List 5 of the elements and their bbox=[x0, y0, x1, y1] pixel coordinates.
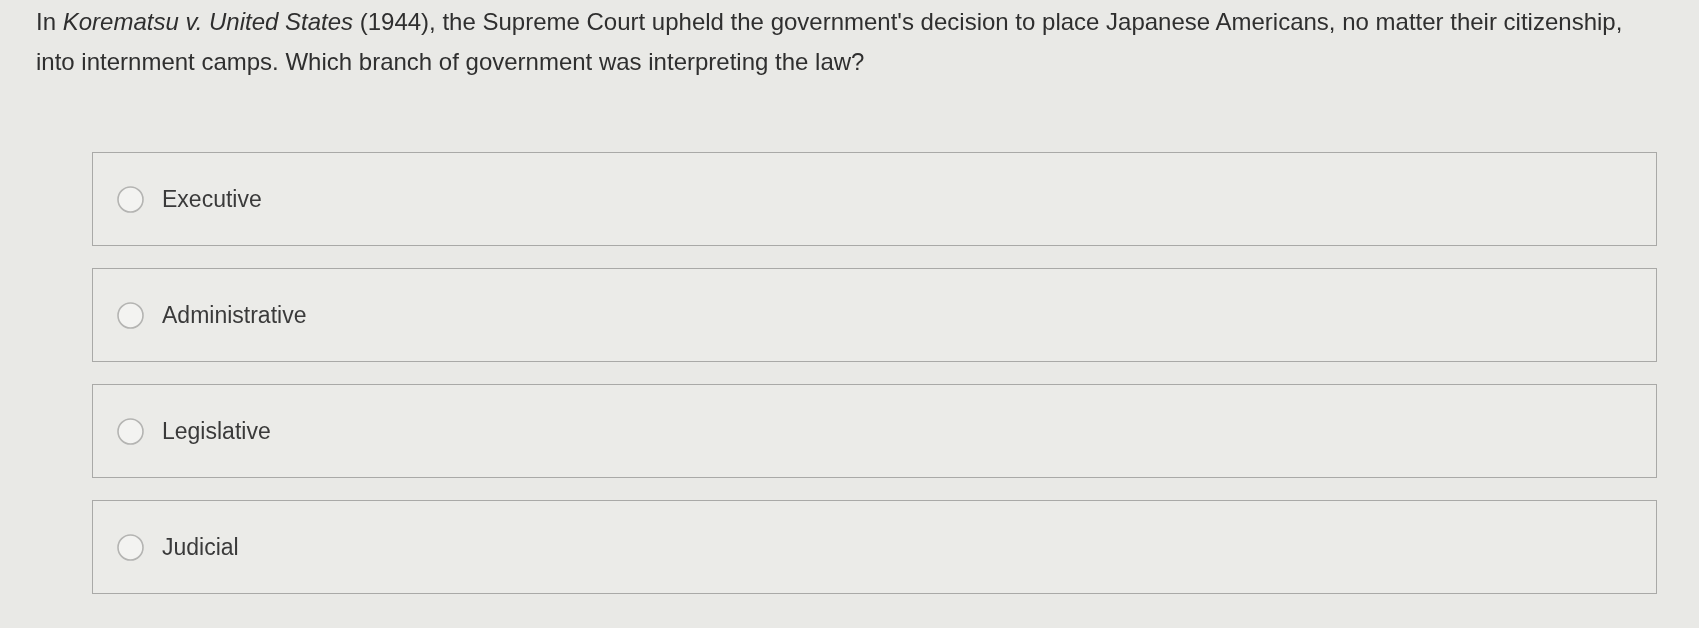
answer-option[interactable]: Administrative bbox=[92, 268, 1657, 362]
answer-option[interactable]: Legislative bbox=[92, 384, 1657, 478]
answer-option[interactable]: Judicial bbox=[92, 500, 1657, 594]
answer-option[interactable]: Executive bbox=[92, 152, 1657, 246]
question-text: In Korematsu v. United States (1944), the Supreme Court upheld the government's decision to place Japanese Americans, no matter their citizenship, into internment camps. Which branch of government was interpreting the law? bbox=[36, 7, 1624, 77]
